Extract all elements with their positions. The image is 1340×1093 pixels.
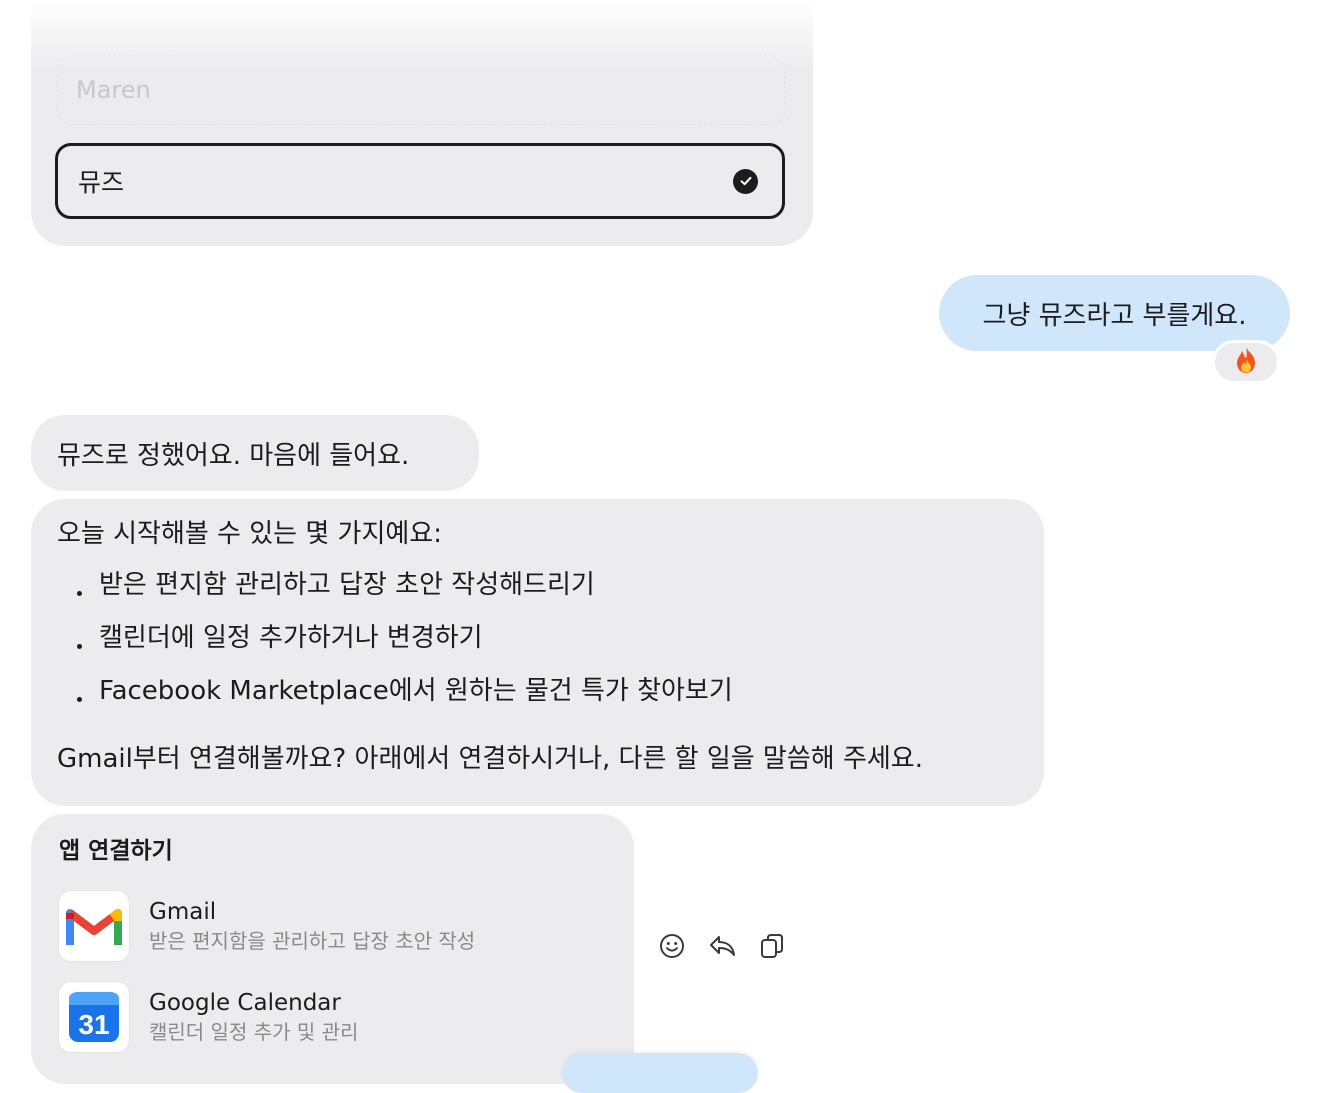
gmail-icon [59, 891, 129, 961]
name-option-label: Maren [76, 76, 151, 104]
partial-user-bubble [562, 1053, 758, 1093]
list-item: Facebook Marketplace에서 원하는 물건 특가 찾아보기 [57, 674, 1018, 727]
assistant-message-bubble: 오늘 시작해볼 수 있는 몇 가지예요: 받은 편지함 관리하고 답장 초안 작… [31, 499, 1044, 806]
assistant-message-text: 뮤즈로 정했어요. 마음에 들어요. [57, 440, 410, 471]
app-description: 받은 편지함을 관리하고 답장 초안 작성 [149, 929, 476, 953]
check-icon [733, 168, 758, 194]
message-reaction[interactable] [1212, 340, 1280, 384]
name-option-maren[interactable]: Maren [57, 55, 785, 125]
calendar-day-number: 31 [78, 1009, 109, 1040]
app-description: 캘린더 일정 추가 및 관리 [149, 1020, 359, 1044]
message-intro: 오늘 시작해볼 수 있는 몇 가지예요: [57, 519, 442, 549]
name-picker-card: Maren 뮤즈 [31, 0, 813, 246]
emoji-reaction-icon[interactable] [658, 930, 686, 962]
google-calendar-icon: 31 [59, 982, 129, 1052]
list-item: 받은 편지함 관리하고 답장 초안 작성해드리기 [57, 568, 1018, 621]
app-name: Gmail [149, 899, 217, 925]
list-item: 캘린더에 일정 추가하거나 변경하기 [57, 621, 1018, 674]
name-option-label: 뮤즈 [78, 168, 125, 197]
app-row-google-calendar[interactable]: 31 Google Calendar 캘린더 일정 추가 및 관리 [59, 982, 358, 1052]
message-outro: Gmail부터 연결해볼까요? 아래에서 연결하시거나, 다른 할 일을 말씀해… [57, 744, 923, 774]
assistant-message-bubble: 뮤즈로 정했어요. 마음에 들어요. [31, 415, 479, 491]
app-name: Google Calendar [149, 990, 341, 1016]
connect-apps-heading: 앱 연결하기 [59, 838, 173, 864]
message-actions [658, 930, 786, 962]
copy-icon[interactable] [758, 930, 786, 962]
user-message-text: 그냥 뮤즈라고 부를게요. [982, 300, 1247, 331]
reply-icon[interactable] [708, 930, 736, 962]
name-option-selected[interactable]: 뮤즈 [55, 143, 785, 219]
suggestion-list: 받은 편지함 관리하고 답장 초안 작성해드리기 캘린더에 일정 추가하거나 변… [57, 568, 1018, 727]
connect-apps-card: 앱 연결하기 Gmail 받은 편지함을 관리하고 답장 초안 작성 31 Go… [31, 814, 634, 1084]
app-row-gmail[interactable]: Gmail 받은 편지함을 관리하고 답장 초안 작성 [59, 891, 475, 961]
fire-icon [1235, 346, 1257, 378]
